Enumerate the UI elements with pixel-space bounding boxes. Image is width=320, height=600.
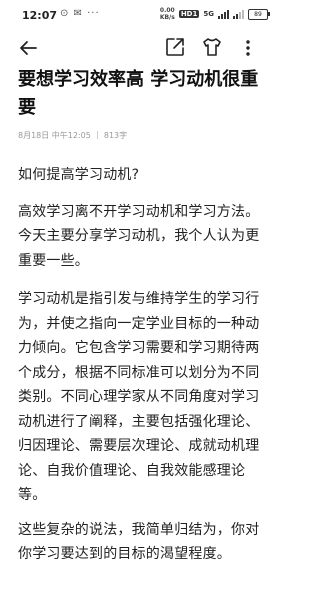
article-title: 要想学习效率高 学习动机很重要 xyxy=(18,69,259,118)
meta-divider xyxy=(96,131,98,139)
status-bar: 12:07 ⊙ ✉ ··· 0.00 KB/s HD1 5G 89 xyxy=(0,0,280,30)
article-body: 如何提高学习动机? 高效学习离不开学习动机和学习方法。今天主要分享学习动机，我个… xyxy=(18,163,268,567)
shirt-icon[interactable] xyxy=(201,36,223,58)
hd-badge: HD1 xyxy=(178,10,200,18)
signal-icon-secondary xyxy=(233,9,244,19)
word-count: 813字 xyxy=(103,131,128,140)
article-meta: 8月18日 中午12:05 813字 xyxy=(18,130,127,141)
status-time: 12:07 xyxy=(22,9,58,22)
paragraph-summary: 这些复杂的说法，我简单归结为，你对你学习要达到的目标的渴望程度。 xyxy=(18,521,260,563)
notification-icons: ⊙ ✉ ··· xyxy=(60,8,100,19)
network-type: 5G xyxy=(203,10,214,18)
status-right: 0.00 KB/s HD1 5G 89 xyxy=(159,7,270,21)
network-speed: 0.00 KB/s xyxy=(159,7,175,21)
paragraph-intro: 高效学习离不开学习动机和学习方法。今天主要分享学习动机，我个人认为更重要一些。 xyxy=(18,203,260,269)
article-date: 8月18日 中午12:05 xyxy=(18,131,91,140)
signal-icon xyxy=(218,9,229,19)
more-icon[interactable] xyxy=(236,36,260,60)
battery-icon: 89 xyxy=(248,8,270,20)
article-toolbar xyxy=(0,30,280,66)
back-arrow-icon[interactable] xyxy=(16,36,40,60)
share-icon[interactable] xyxy=(164,36,186,58)
paragraph-body: 学习动机是指引发与维持学生的学习行为，并使之指向一定学业目标的一种动力倾向。它包… xyxy=(18,291,260,503)
paragraph-question: 如何提高学习动机? xyxy=(18,167,140,183)
